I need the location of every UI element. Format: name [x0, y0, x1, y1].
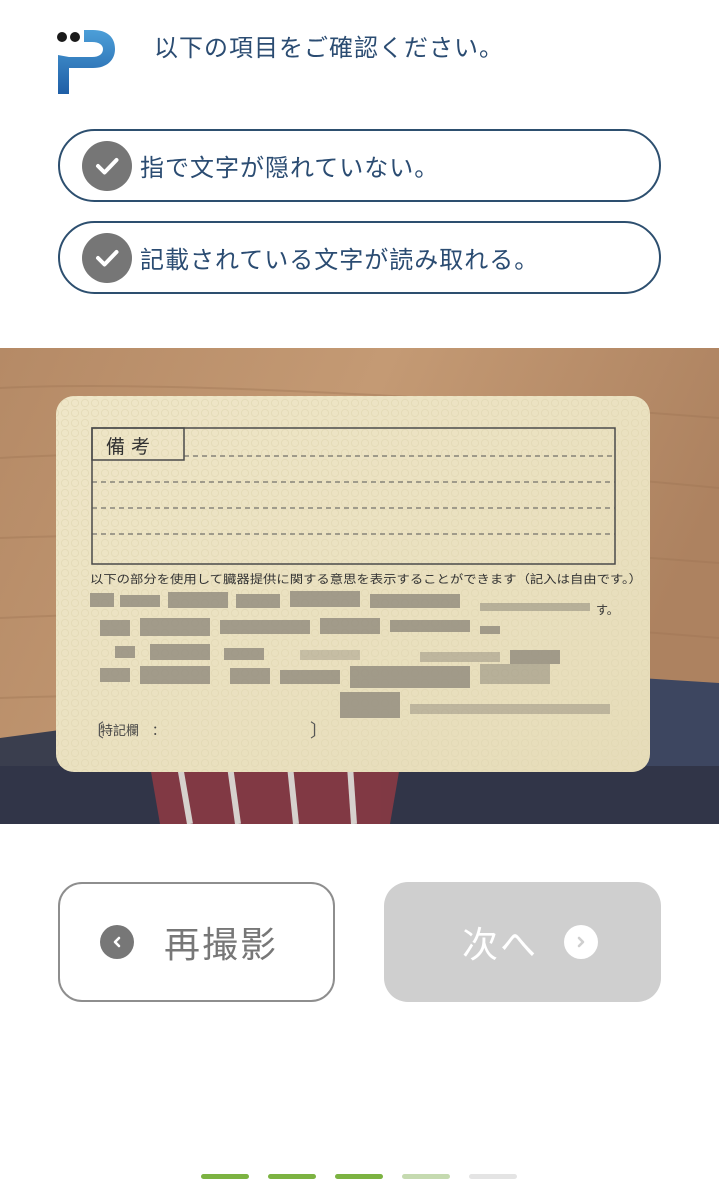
checklist-item-label: 記載されている文字が読み取れる。	[140, 246, 540, 274]
app-logo	[57, 30, 115, 94]
instruction-heading: 以下の項目をご確認ください。	[154, 34, 504, 62]
progress-step-3	[335, 1174, 383, 1179]
card-donation-notice: 以下の部分を使用して臓器提供に関する意思を表示することができます（記入は自由です…	[90, 572, 642, 586]
card-sentence-end: す。	[596, 603, 619, 617]
checkmark-icon	[82, 140, 132, 191]
checklist-item-label: 指で文字が隠れていない。	[140, 154, 440, 182]
chevron-left-icon	[100, 925, 134, 959]
retake-button[interactable]: 再撮影	[58, 882, 335, 1002]
captured-license-photo: 備 考 以下の部分を使用して臓器提供に関する意思を表示することができます（記入は…	[0, 348, 719, 824]
progress-step-2	[268, 1174, 316, 1179]
progress-step-5	[469, 1174, 517, 1179]
progress-step-4	[402, 1174, 450, 1179]
svg-text:〕: 〕	[310, 721, 328, 742]
next-button[interactable]: 次へ	[384, 882, 661, 1002]
card-notes-label: 特記欄 ：	[100, 723, 165, 739]
checkmark-icon	[82, 232, 132, 283]
progress-step-1	[201, 1174, 249, 1179]
retake-button-label: 再撮影	[164, 925, 279, 966]
next-button-label: 次へ	[462, 925, 539, 966]
card-remarks-label: 備 考	[106, 436, 150, 458]
step-progress-indicator	[201, 1174, 536, 1179]
chevron-right-icon	[564, 925, 599, 959]
checklist-item-readable: 記載されている文字が読み取れる。	[58, 221, 661, 294]
checklist-item-fingers: 指で文字が隠れていない。	[58, 129, 661, 202]
